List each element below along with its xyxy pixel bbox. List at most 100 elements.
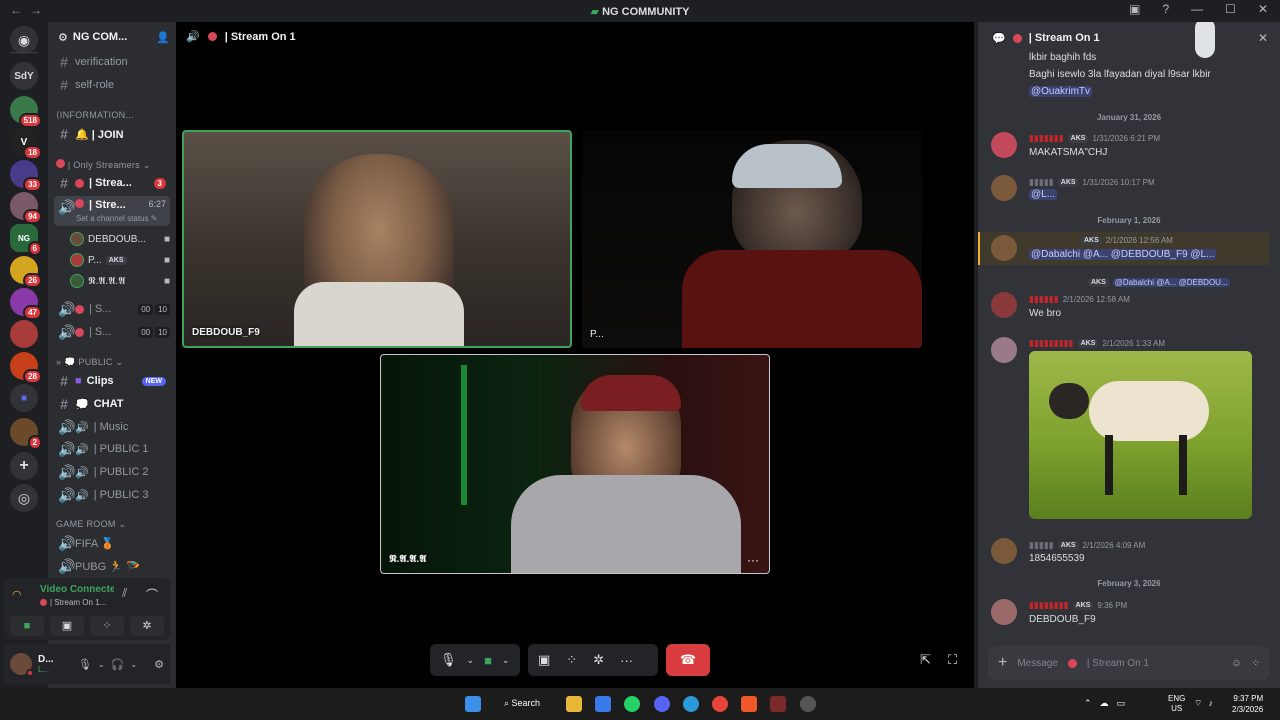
chrome-icon[interactable] [712,696,728,712]
server-icon-4[interactable]: 94 [10,192,42,224]
tile-more-button[interactable]: ··· [747,553,759,567]
maximize-button[interactable]: ☐ [1225,2,1236,16]
server-icon-3[interactable]: 33 [10,160,42,192]
fullscreen-icon[interactable]: ⛶ [948,652,957,668]
screen-share-icon[interactable]: ▣ [538,652,550,668]
category-public[interactable]: » 💭 PUBLIC ⌄ [56,357,123,368]
apps-icon[interactable]: ⁘ [1252,658,1260,669]
discord-taskbar-icon[interactable] [654,696,670,712]
add-server-icon[interactable]: + [10,452,38,480]
network-volume-icons[interactable]: ⌔♪ [1194,698,1219,709]
user-avatar[interactable] [10,653,34,677]
server-header[interactable]: ⚙ NG COM... 👤 [48,22,176,52]
screen-share-button[interactable]: ▣ [50,616,84,636]
discord-home-icon[interactable]: ◉ [10,26,38,54]
camera-icon[interactable]: ■ [484,653,492,668]
discover-icon[interactable]: ◎ [10,484,38,512]
server-icon-9[interactable]: 28 [10,352,42,384]
username[interactable]: ▮▮▮▮▮ [1029,177,1054,188]
soundboard-button[interactable]: ✲ [130,616,164,636]
taskbar-search[interactable]: ⌕ Search [504,698,540,709]
brave-icon[interactable] [741,696,757,712]
help-icon[interactable]: ? [1162,2,1169,16]
username[interactable]: ▮▮▮▮▮▮▮▮▮ [1029,338,1074,349]
voice-channel-s2[interactable]: 🔊 | S... 00 10 [54,322,170,342]
channel-chat[interactable]: # 💭 CHAT [54,394,170,414]
user-mention[interactable]: @OuakrimTv [1029,86,1093,97]
voice-channel-pubg[interactable]: 🔊 PUBG 🏃 🪂 [54,556,170,576]
reply-preview[interactable]: AKS @Dabalchi @A... @DEBDOU... [1042,278,1230,287]
set-channel-status[interactable]: Set a channel status ✎ [76,214,157,223]
avatar[interactable] [991,175,1017,201]
channel-clips[interactable]: # ■ Clips NEW [54,371,170,391]
folder-icon[interactable]: ■ [10,384,38,412]
more-options-icon[interactable]: ··· [620,653,633,668]
username[interactable]: ▮▮▮▮▮▮▮▮ [1029,600,1069,611]
add-member-icon[interactable]: 👤 [156,31,170,44]
voice-channel-music[interactable]: 🔊 🔊 | Music [54,417,170,437]
username[interactable]: ▮▮▮▮▮▮ [1029,294,1059,305]
windows-start-icon[interactable] [465,696,481,712]
channel-verification[interactable]: # verification [54,52,170,72]
voice-channel-public-3[interactable]: 🔊 🔊 | PUBLIC 3 [54,485,170,505]
file-explorer-icon[interactable] [566,696,582,712]
chevron-down-icon[interactable]: ⌄ [502,655,510,666]
edge-icon[interactable] [683,696,699,712]
app-icon[interactable] [770,696,786,712]
username[interactable]: ▮▮▮▮▮ [1029,540,1054,551]
avatar[interactable] [991,292,1017,318]
server-icon-1[interactable]: 518 [10,96,42,128]
system-tray-icons[interactable]: ⌃☁▭ [1084,698,1133,709]
user-mention[interactable]: @Dabalchi @A... @DEBDOUB_F9 @L... [1029,249,1217,260]
server-icon-2[interactable]: V 18 [10,128,42,160]
avatar[interactable] [991,599,1017,625]
message-composer[interactable]: + Message | Stream On 1 ☺ ⁘ [988,646,1270,680]
camera-toggle-button[interactable]: ■ [10,616,44,636]
activities-button[interactable]: ⁘ [90,616,124,636]
activities-icon[interactable]: ⁘ [566,652,577,668]
disconnect-icon[interactable]: ⌒ [146,586,158,603]
username[interactable]: ▮▮▮▮▮▮▮ [1029,133,1064,144]
settings-gear-icon[interactable]: ⚙ [154,658,164,671]
soundboard-icon[interactable]: ✲ [593,652,604,668]
inbox-icon[interactable]: ▣ [1129,2,1140,16]
avatar[interactable] [991,337,1017,363]
server-sdy[interactable]: SdY [10,62,38,90]
voice-channel-fifa[interactable]: 🔊 FIFA 🥉 [54,533,170,553]
server-icon-6[interactable]: 26 [10,256,42,288]
chevron-down-icon[interactable]: ⌄ [98,660,105,669]
hang-up-button[interactable]: ☎ [666,644,710,676]
voice-channel-public-2[interactable]: 🔊 🔊 | PUBLIC 2 [54,462,170,482]
signal-icon[interactable]: ◠ [12,588,22,601]
avatar[interactable] [991,235,1017,261]
noise-suppression-icon[interactable]: ⫽ [122,586,127,601]
channel-join[interactable]: # 🔔 | JOIN [54,124,170,144]
video-tile-p[interactable]: P... [582,130,922,348]
video-tile-debdoub[interactable]: DEBDOUB_F9 [182,130,572,348]
clock[interactable]: 9:37 PM 2/3/2026 [1232,693,1263,715]
server-icon-7[interactable]: 47 [10,288,42,320]
microphone-icon[interactable]: 🎙 [440,652,457,668]
emoji-icon[interactable]: ☺ [1231,658,1241,669]
microphone-icon[interactable]: 🎙 [78,658,92,671]
server-ng-community[interactable]: NG 6 [10,224,42,256]
mail-icon[interactable] [595,696,611,712]
avatar[interactable] [991,132,1017,158]
channel-self-role[interactable]: # self-role [54,75,170,95]
user-info[interactable]: D... L... [38,654,68,674]
server-icon-11[interactable]: 2 [10,418,42,450]
video-tile-naaa[interactable]: 𝕹.𝕬.𝕬.𝕬 ··· [380,354,770,574]
voice-user-2[interactable]: P... AKS ■ [70,251,170,269]
avatar[interactable] [991,538,1017,564]
message-image-gif[interactable] [1029,351,1252,519]
voice-user-1[interactable]: DEBDOUB... ■ [70,230,170,248]
channel-stream-text[interactable]: # | Strea... 3 [54,173,170,193]
close-chat-icon[interactable]: ✕ [1258,31,1268,45]
chevron-down-icon[interactable]: ⌄ [130,660,137,669]
user-mention[interactable]: @L... [1029,189,1058,200]
category-information[interactable]: ⟨INFORMATION... [56,110,134,121]
add-attachment-icon[interactable]: + [998,654,1007,672]
language-indicator[interactable]: ENG US [1168,694,1185,714]
category-only-streamers[interactable]: | Only Streamers ⌄ [56,159,151,171]
voice-channel-link[interactable]: | Stream On 1... [40,598,106,607]
